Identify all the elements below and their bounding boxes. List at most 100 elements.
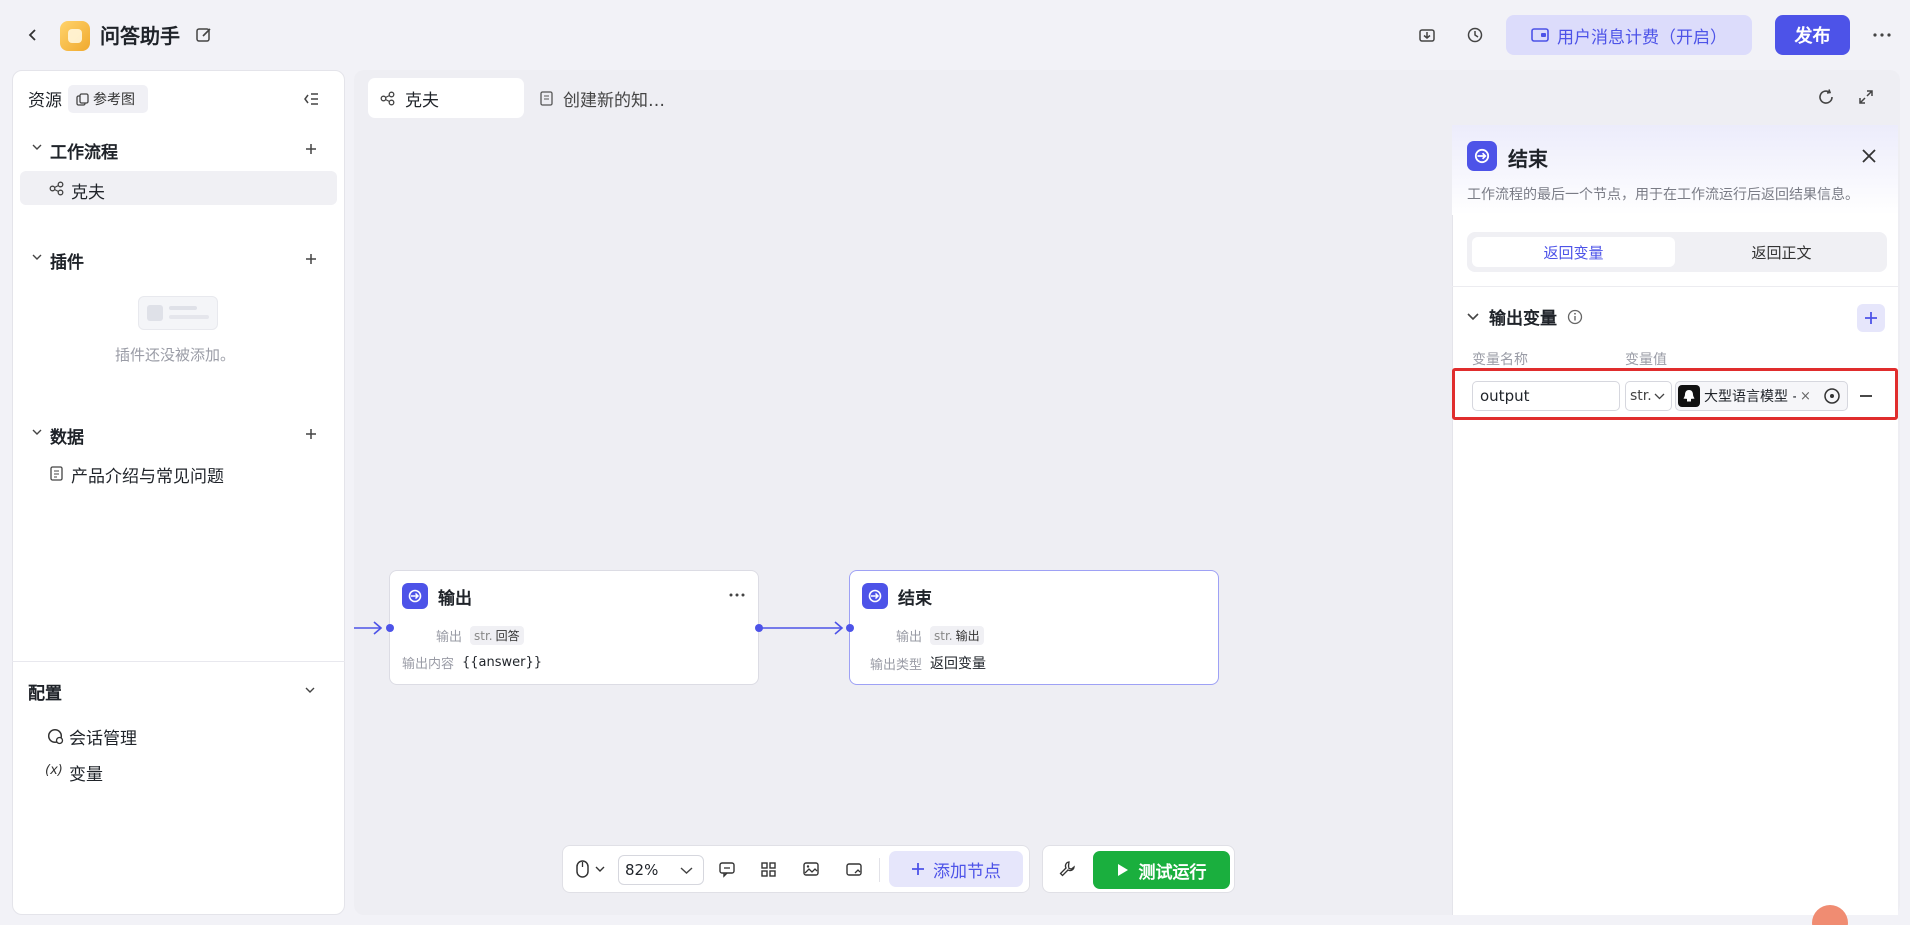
mouse-mode-icon[interactable] bbox=[572, 856, 612, 882]
node-title: 结束 bbox=[898, 588, 932, 609]
panel-title: 结束 bbox=[1508, 147, 1548, 171]
conversation-icon bbox=[46, 727, 64, 745]
billing-toggle-button[interactable]: 用户消息计费（开启） bbox=[1506, 15, 1752, 55]
reference-map-button[interactable]: 参考图 bbox=[68, 85, 148, 113]
chevron-down-icon[interactable] bbox=[30, 425, 44, 439]
tab-label: 克夫 bbox=[405, 90, 439, 111]
clear-reference-icon[interactable]: × bbox=[1800, 389, 1811, 404]
output-content-value: {{answer}} bbox=[462, 655, 543, 670]
output-node-icon bbox=[402, 583, 428, 609]
workflow-icon bbox=[48, 180, 64, 196]
tab-create-knowledge[interactable]: 创建新的知… bbox=[540, 78, 665, 118]
sidebar-item-workflow[interactable] bbox=[20, 171, 337, 205]
node-row-label: 输出内容 bbox=[402, 657, 455, 672]
chevron-down-icon[interactable] bbox=[30, 140, 44, 154]
comment-icon[interactable] bbox=[714, 856, 740, 882]
app-logo bbox=[60, 21, 90, 51]
close-icon[interactable] bbox=[1857, 144, 1881, 168]
variable-name-input[interactable] bbox=[1472, 381, 1620, 411]
archive-icon[interactable] bbox=[1414, 22, 1440, 48]
sidebar-item-knowledge[interactable]: 产品介绍与常见问题 bbox=[71, 462, 224, 487]
chevron-down-icon bbox=[1467, 312, 1479, 321]
add-plugin-icon[interactable] bbox=[301, 249, 321, 269]
grid-layout-icon[interactable] bbox=[755, 856, 781, 882]
tab-label: 创建新的知… bbox=[563, 90, 665, 111]
play-icon bbox=[1117, 863, 1129, 877]
add-data-icon[interactable] bbox=[301, 424, 321, 444]
sidebar-item-conversations[interactable]: 会话管理 bbox=[69, 724, 137, 749]
end-node[interactable]: 结束 输出 str. 输出 输出类型 返回变量 bbox=[849, 570, 1219, 685]
node-row-label: 输出类型 bbox=[869, 657, 922, 673]
refresh-icon[interactable] bbox=[1815, 86, 1837, 108]
billing-label: 用户消息计费（开启） bbox=[1557, 27, 1727, 48]
segment-return-variables[interactable]: 返回变量 bbox=[1472, 237, 1675, 267]
llm-node-icon bbox=[1678, 385, 1700, 407]
end-node-icon bbox=[862, 583, 888, 609]
remove-variable-icon[interactable] bbox=[1856, 386, 1876, 406]
app-title: 问答助手 bbox=[100, 24, 180, 48]
wrench-icon[interactable] bbox=[1054, 856, 1080, 882]
expand-icon[interactable] bbox=[1855, 86, 1877, 108]
end-output-type-value: 返回变量 bbox=[930, 656, 986, 672]
column-variable-value: 变量值 bbox=[1625, 352, 1667, 368]
document-icon bbox=[49, 465, 63, 481]
add-node-label: 添加节点 bbox=[933, 861, 1001, 882]
image-export-icon[interactable] bbox=[798, 856, 824, 882]
output-variables-header[interactable]: 输出变量 bbox=[1467, 304, 1583, 329]
empty-plugins-text: 插件还没被添加。 bbox=[114, 346, 235, 364]
variable-type-select[interactable]: str. bbox=[1625, 381, 1672, 411]
minimap-icon[interactable] bbox=[841, 856, 867, 882]
input-port[interactable] bbox=[386, 624, 394, 632]
zoom-level: 82% bbox=[625, 861, 659, 879]
node-more-icon[interactable] bbox=[725, 585, 749, 605]
publish-button[interactable]: 发布 bbox=[1775, 15, 1850, 55]
output-node[interactable]: 输出 输出 str. 回答 输出内容 {{answer}} bbox=[389, 570, 759, 685]
chevron-down-icon bbox=[1654, 392, 1665, 400]
add-variable-button[interactable] bbox=[1857, 304, 1885, 332]
reference-picker-icon[interactable] bbox=[1822, 386, 1842, 406]
history-icon[interactable] bbox=[1462, 22, 1488, 48]
more-options-icon[interactable] bbox=[1868, 22, 1896, 48]
workflow-section-title: 工作流程 bbox=[50, 143, 118, 163]
variable-icon: (x) bbox=[45, 763, 63, 778]
chevron-down-icon[interactable] bbox=[30, 250, 44, 264]
panel-divider bbox=[1452, 286, 1898, 287]
back-arrow-icon[interactable] bbox=[20, 22, 46, 48]
variable-reference-text: 大型语言模型 - bbox=[1704, 389, 1796, 405]
output-type-tag: str. 回答 bbox=[470, 626, 524, 645]
edit-icon[interactable] bbox=[193, 24, 215, 46]
chevron-down-icon bbox=[680, 866, 693, 875]
end-type-tag: str. 输出 bbox=[930, 626, 984, 645]
edge-output-to-end bbox=[759, 621, 844, 635]
data-section-title: 数据 bbox=[50, 428, 84, 448]
copy-icon bbox=[76, 92, 89, 106]
plus-icon bbox=[911, 862, 925, 876]
plugins-section-title: 插件 bbox=[50, 253, 84, 273]
add-workflow-icon[interactable] bbox=[301, 139, 321, 159]
output-port[interactable] bbox=[755, 624, 763, 632]
input-port[interactable] bbox=[846, 624, 854, 632]
sidebar-item-variables[interactable]: 变量 bbox=[69, 760, 103, 785]
sidebar-item-label: 克夫 bbox=[71, 183, 105, 203]
output-variables-title: 输出变量 bbox=[1489, 309, 1557, 329]
sidebar-divider bbox=[12, 661, 345, 662]
node-row-label: 输出 bbox=[895, 630, 922, 645]
chevron-down-icon[interactable] bbox=[302, 683, 318, 697]
tab-workflow[interactable]: 克夫 bbox=[368, 78, 524, 118]
document-icon bbox=[540, 90, 553, 106]
config-section-title: 配置 bbox=[28, 684, 62, 704]
column-variable-name: 变量名称 bbox=[1472, 352, 1528, 368]
test-run-label: 测试运行 bbox=[1138, 862, 1207, 883]
wallet-icon bbox=[1531, 27, 1549, 43]
workflow-icon bbox=[380, 91, 395, 106]
info-icon[interactable] bbox=[1567, 309, 1583, 325]
test-run-button[interactable]: 测试运行 bbox=[1093, 851, 1230, 889]
panel-description: 工作流程的最后一个节点，用于在工作流运行后返回结果信息。 bbox=[1467, 187, 1859, 203]
zoom-select[interactable]: 82% bbox=[618, 855, 704, 885]
collapse-sidebar-icon[interactable] bbox=[301, 89, 321, 109]
add-node-button[interactable]: 添加节点 bbox=[889, 851, 1023, 887]
empty-plugins-illustration bbox=[138, 296, 218, 330]
reference-badge-label: 参考图 bbox=[93, 92, 135, 108]
segment-return-text[interactable]: 返回正文 bbox=[1680, 237, 1883, 267]
toolbar-divider bbox=[879, 858, 880, 882]
